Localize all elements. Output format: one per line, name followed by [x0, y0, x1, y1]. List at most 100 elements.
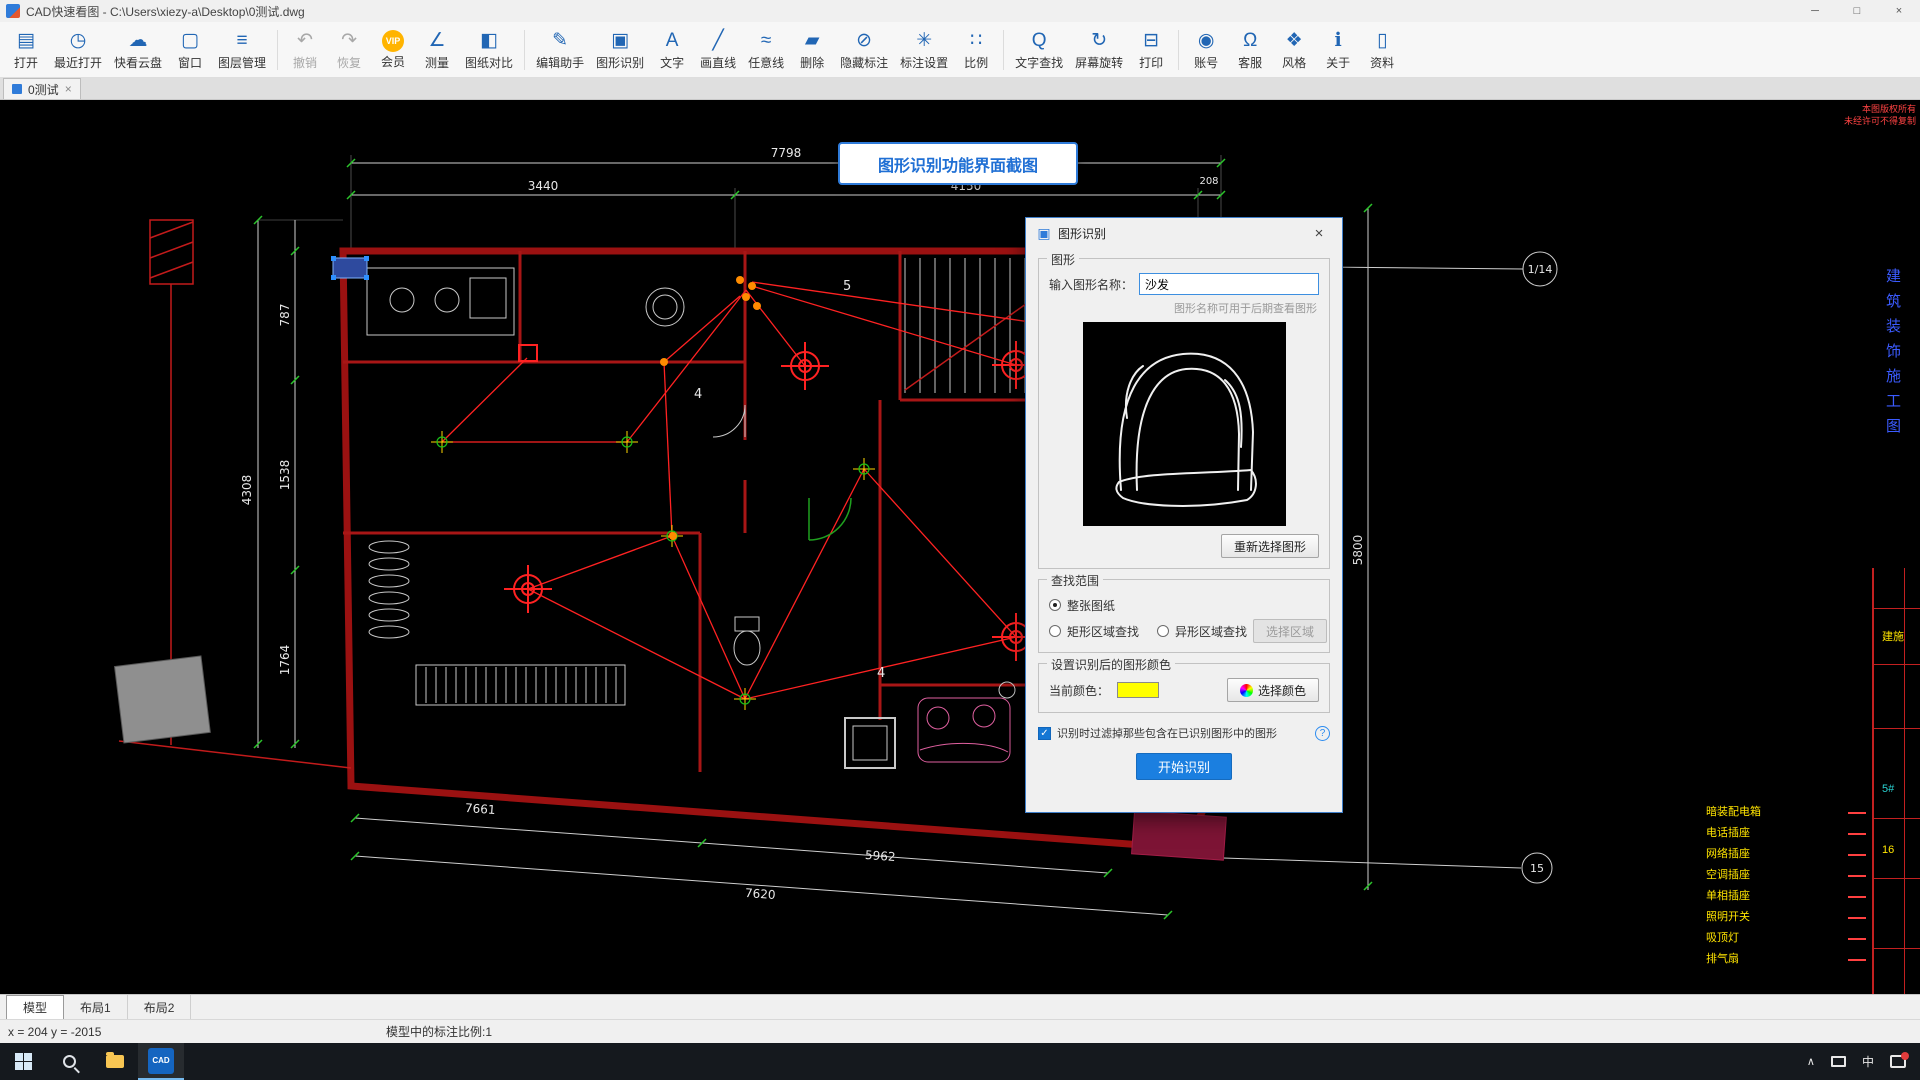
- toolbar-button[interactable]: VIP 会员: [371, 28, 415, 72]
- close-button[interactable]: ×: [1878, 0, 1920, 22]
- dim-label: 787: [278, 304, 292, 327]
- toolbar-button[interactable]: ▰ 删除: [790, 27, 834, 73]
- toolbar-button[interactable]: [1003, 29, 1005, 70]
- toolbar-button[interactable]: [524, 29, 526, 70]
- toolbar-button[interactable]: ↷ 恢复: [327, 27, 371, 73]
- document-tab[interactable]: 0测试 ×: [3, 78, 81, 99]
- tool-label: 编辑助手: [536, 55, 585, 70]
- toolbar-button[interactable]: A 文字: [650, 27, 694, 73]
- notification-icon[interactable]: [1890, 1052, 1909, 1068]
- legend-item: 排气扇: [1706, 947, 1866, 968]
- tool-icon: ✳: [916, 30, 933, 51]
- toolbar-button[interactable]: ◷ 最近打开: [48, 27, 108, 73]
- tool-icon: ↶: [297, 30, 313, 51]
- toolbar-button[interactable]: ↶ 撤销: [283, 27, 327, 73]
- tool-label: 资料: [1370, 55, 1395, 70]
- toolbar-button[interactable]: ☁ 快看云盘: [108, 27, 168, 73]
- tool-icon: ≡: [236, 29, 248, 51]
- tool-icon: ◉: [1197, 30, 1215, 51]
- toolbar-button[interactable]: ✳ 标注设置: [894, 27, 954, 73]
- help-icon[interactable]: ?: [1315, 725, 1330, 741]
- filter-checkbox[interactable]: [1038, 726, 1051, 740]
- toolbar-button[interactable]: ✎ 编辑助手: [530, 27, 590, 73]
- toolbar-button[interactable]: ◧ 图纸对比: [459, 27, 519, 73]
- dialog-title: 图形识别: [1058, 226, 1107, 241]
- toolbar-button[interactable]: ⊘ 隐藏标注: [834, 27, 894, 73]
- app-icon: [6, 4, 20, 18]
- choose-color-button[interactable]: 选择颜色: [1226, 678, 1319, 702]
- toolbar-button[interactable]: ▣ 图形识别: [590, 27, 650, 73]
- windows-logo-icon: [14, 1053, 32, 1070]
- network-icon[interactable]: [1830, 1056, 1846, 1067]
- legend-item: 空调插座: [1706, 863, 1866, 884]
- toolbar-button[interactable]: ╱ 画直线: [694, 27, 742, 73]
- cad-app-button[interactable]: CAD: [138, 1043, 184, 1080]
- start-button[interactable]: [0, 1043, 46, 1080]
- filter-checkbox-label: 识别时过滤掉那些包含在已识别图形中的图形: [1057, 728, 1277, 740]
- tool-label: 打印: [1139, 55, 1164, 70]
- tab-close-icon[interactable]: ×: [65, 82, 72, 96]
- tool-label: 客服: [1238, 55, 1263, 70]
- svg-text:5: 5: [843, 279, 851, 294]
- toolbar-button[interactable]: ▢ 窗口: [168, 27, 212, 73]
- tool-icon: ▤: [17, 30, 35, 51]
- toolbar-button[interactable]: ▤ 打开: [4, 27, 48, 73]
- legend-symbol: [1848, 913, 1866, 919]
- radio-rect-area[interactable]: [1049, 625, 1061, 637]
- toolbar-button[interactable]: [1178, 29, 1180, 70]
- window-titlebar: CAD快速看图 - C:\Users\xiezy-a\Desktop\0测试.d…: [0, 0, 1920, 22]
- current-color-label: 当前颜色：: [1049, 683, 1110, 698]
- title-block-label: 建施: [1882, 631, 1904, 643]
- file-explorer-button[interactable]: [92, 1043, 138, 1080]
- toolbar-button[interactable]: [277, 29, 279, 70]
- toolbar-button[interactable]: ❖ 风格: [1272, 27, 1316, 73]
- tool-icon: ≈: [760, 29, 772, 51]
- tool-icon: ◷: [69, 30, 87, 51]
- tool-icon: ☁: [128, 30, 148, 51]
- radio-rect-area-label: 矩形区域查找: [1067, 624, 1140, 639]
- shape-name-input[interactable]: [1139, 273, 1319, 295]
- dialog-titlebar[interactable]: ▣ 图形识别 ×: [1026, 218, 1342, 248]
- tool-label: 图纸对比: [465, 55, 514, 70]
- legend-label: 排气扇: [1706, 952, 1739, 965]
- toolbar-button[interactable]: Q 文字查找: [1009, 27, 1069, 73]
- maximize-button[interactable]: □: [1836, 0, 1878, 22]
- svg-text:4: 4: [694, 387, 702, 402]
- drawing-viewport[interactable]: 7798 3440 4150 208 4308 787 1538 1764 58…: [0, 100, 1920, 994]
- legend-symbol: [1848, 808, 1866, 814]
- search-button[interactable]: [46, 1043, 92, 1080]
- tray-expand-icon[interactable]: ∧: [1807, 1055, 1815, 1068]
- toolbar-button[interactable]: ∠ 测量: [415, 27, 459, 73]
- radio-irregular-area[interactable]: [1157, 625, 1170, 637]
- dialog-close-icon[interactable]: ×: [1306, 225, 1332, 242]
- toolbar-button[interactable]: ◉ 账号: [1184, 27, 1228, 73]
- reselect-shape-button[interactable]: 重新选择图形: [1220, 534, 1319, 558]
- legend-symbol: [1848, 934, 1866, 940]
- radio-whole-drawing[interactable]: [1049, 599, 1061, 611]
- sheet-tab-layout2[interactable]: 布局2: [128, 995, 192, 1019]
- input-method-indicator[interactable]: 中: [1862, 1053, 1874, 1070]
- toolbar-button[interactable]: ⊟ 打印: [1129, 27, 1173, 73]
- folder-icon: [106, 1052, 124, 1068]
- minimize-button[interactable]: ─: [1794, 0, 1836, 22]
- sheet-tab-model[interactable]: 模型: [6, 995, 65, 1019]
- annotation-scale-note: 模型中的标注比例:1: [386, 1025, 493, 1039]
- start-recognition-button[interactable]: 开始识别: [1136, 753, 1232, 780]
- tool-icon: ∠: [428, 30, 446, 51]
- tool-icon: ℹ: [1334, 30, 1342, 51]
- toolbar-button[interactable]: ≡ 图层管理: [212, 27, 272, 73]
- selected-entity: [331, 256, 369, 280]
- select-area-button[interactable]: 选择区域: [1253, 619, 1328, 643]
- radio-irregular-area-label: 异形区域查找: [1175, 624, 1248, 639]
- toolbar-button[interactable]: ▯ 资料: [1360, 27, 1404, 73]
- dialog-icon: ▣: [1037, 224, 1051, 241]
- toolbar-button[interactable]: ≈ 任意线: [742, 27, 790, 73]
- toolbar-button[interactable]: Ω 客服: [1228, 27, 1272, 73]
- tool-label: 屏幕旋转: [1075, 55, 1124, 70]
- toolbar-button[interactable]: ∷ 比例: [954, 27, 998, 73]
- toolbar-button[interactable]: ↻ 屏幕旋转: [1069, 27, 1129, 73]
- toolbar-button[interactable]: ℹ 关于: [1316, 27, 1360, 73]
- sheet-tab-layout1[interactable]: 布局1: [64, 995, 128, 1019]
- tool-icon: Ω: [1243, 29, 1258, 51]
- tool-label: 隐藏标注: [840, 55, 889, 70]
